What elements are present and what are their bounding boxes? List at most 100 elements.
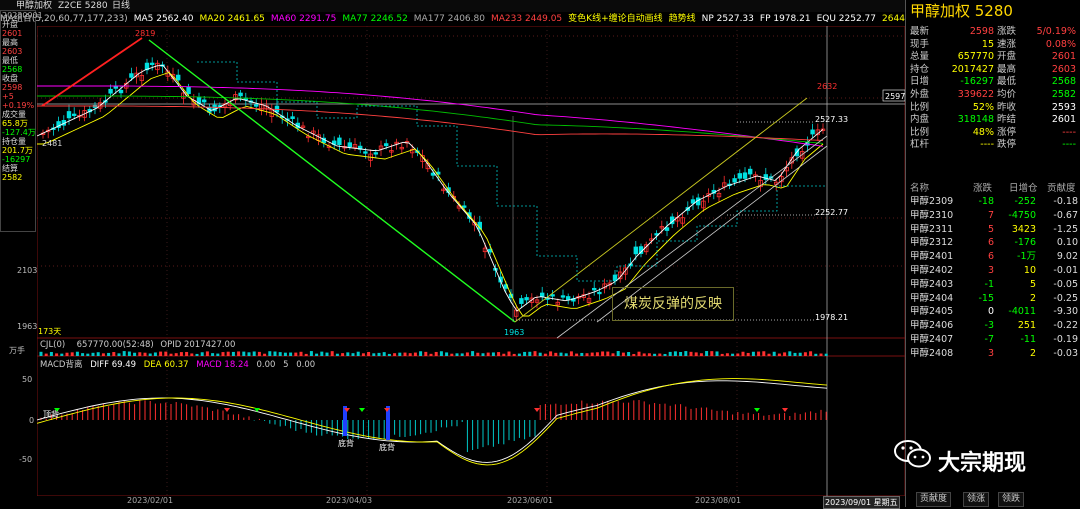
wl-contribution: 0.10: [1056, 237, 1078, 249]
candle-body: [337, 137, 342, 146]
volume-bar: [127, 351, 131, 356]
watchlist-header: 名称 涨跌 日增仓 贡献度: [906, 180, 1080, 194]
left-info-panel: 20230901 开盘 2601 最高 2603 最低 2568 收盘 2598 +5 +0.19…: [0, 10, 43, 232]
divergence-arrow: [224, 408, 230, 412]
volume-bar: [195, 353, 199, 356]
quote-row: 杠杆 ---- 跌停 ----: [906, 139, 1080, 151]
volume-bar: [814, 353, 818, 356]
watchlist-row[interactable]: 甲醇2405 0 -4011 -9.30: [906, 305, 1080, 318]
ma-item: NP 2527.33: [701, 14, 754, 24]
volume-bar: [575, 353, 579, 356]
volume-bar: [330, 351, 334, 356]
info-value: +5: [2, 92, 14, 101]
volume-bar: [585, 353, 589, 356]
period-label[interactable]: 日线: [112, 0, 130, 12]
candle-body: [597, 291, 602, 295]
volume-bar: [731, 353, 735, 356]
volume-bar: [590, 352, 594, 356]
wl-contribution: -0.05: [1053, 278, 1078, 290]
watchlist-row[interactable]: 甲醇2403 -1 5 -0.05: [906, 278, 1080, 291]
wl-name: 甲醇2403: [910, 278, 954, 290]
watchlist-row[interactable]: 甲醇2312 6 -176 0.10: [906, 236, 1080, 249]
watchlist-row[interactable]: 甲醇2309 -18 -252 -0.18: [906, 195, 1080, 208]
info-label: 最高: [2, 38, 18, 47]
volume-bar: [658, 353, 662, 356]
watchlist-row[interactable]: 甲醇2406 -3 251 -0.22: [906, 319, 1080, 332]
quote-label: 最高: [997, 63, 1017, 75]
wl-change: -3: [984, 320, 994, 332]
volume-bar: [569, 351, 573, 356]
quote-value: 15: [981, 38, 994, 50]
wl-change: 0: [987, 306, 994, 318]
quote-label: 杠杆: [910, 139, 930, 151]
volume-bar: [231, 351, 235, 356]
volume-bar: [689, 351, 693, 356]
tab-leading-up[interactable]: 领涨: [963, 492, 990, 507]
wl-head-contrib[interactable]: 贡献度: [1047, 180, 1076, 194]
x-axis: 2023/02/01 2023/04/03 2023/06/01 2023/08…: [37, 496, 905, 509]
volume-bar: [715, 351, 719, 356]
macd-label-bottom-1: 底背: [338, 439, 354, 448]
volume-bar: [751, 351, 755, 356]
info-label: 最低: [2, 56, 18, 65]
macd-title: MACD背离: [40, 360, 83, 370]
wl-name: 甲醇2312: [910, 237, 954, 249]
quote-value: 0.08%: [1045, 38, 1076, 50]
quote-label: 涨停: [997, 126, 1017, 138]
quote-value: 48%: [972, 126, 994, 138]
macd-line: [37, 378, 828, 466]
volume-bar: [341, 353, 345, 356]
watchlist-row[interactable]: 甲醇2408 3 2 -0.03: [906, 347, 1080, 360]
candle-body: [186, 86, 191, 95]
price-chart[interactable]: 2819 1963 2632 2527.33 2252.77 1978.21 2597: [37, 26, 905, 496]
volume-bar: [39, 351, 43, 356]
volume-bar: [393, 353, 397, 356]
watchlist-row[interactable]: 甲醇2310 7 -4750 -0.67: [906, 209, 1080, 222]
tab-leading-down[interactable]: 领跌: [998, 492, 1025, 507]
tab-contribution[interactable]: 贡献度: [916, 492, 952, 507]
candle-body: [108, 88, 113, 94]
info-value: 2601: [2, 29, 23, 38]
wl-change: 3: [987, 347, 994, 359]
volume-bar: [387, 353, 391, 356]
ma-item: MA233 2449.05: [490, 14, 563, 24]
volume-bar: [512, 353, 516, 356]
wl-head-inc[interactable]: 日增仓: [1009, 180, 1038, 194]
volume-bar: [60, 353, 64, 356]
wl-head-chg[interactable]: 涨跌: [973, 180, 992, 194]
volume-bar: [283, 352, 287, 356]
quote-label: 日增: [910, 76, 930, 88]
volume-bar: [419, 351, 423, 356]
symbol-code: Z2CE 5280: [58, 1, 108, 11]
volume-bar: [564, 353, 568, 356]
volume-bar: [226, 351, 230, 356]
watchlist-row[interactable]: 甲醇2401 6 -1万 9.02: [906, 250, 1080, 263]
volume-bar: [247, 352, 251, 356]
info-value: -16297: [2, 155, 31, 164]
volume-bar: [70, 352, 74, 356]
wl-name: 甲醇2406: [910, 320, 954, 332]
wl-contribution: -0.67: [1053, 209, 1078, 221]
info-label: 收盘: [2, 74, 18, 83]
wl-increase: -4750: [1008, 209, 1036, 221]
quote-label: 开盘: [997, 51, 1017, 63]
watchlist-row[interactable]: 甲醇2311 5 3423 -1.25: [906, 223, 1080, 236]
volume-bar: [465, 352, 469, 356]
right-tag-label: 2597: [885, 92, 905, 101]
quote-label: 速涨: [997, 38, 1017, 50]
watchlist-row[interactable]: 甲醇2402 3 10 -0.01: [906, 264, 1080, 277]
quote-label: 最低: [997, 76, 1017, 88]
candle-body: [566, 296, 571, 300]
watchlist-row[interactable]: 甲醇2407 -7 -11 -0.19: [906, 333, 1080, 346]
volume-bar: [616, 351, 620, 356]
wl-name: 甲醇2310: [910, 209, 954, 221]
quote-value: 2601: [1051, 51, 1076, 63]
volume-bar: [242, 351, 246, 356]
wl-head-name[interactable]: 名称: [910, 180, 929, 194]
volume-bar: [138, 352, 142, 356]
quote-value: 52%: [972, 101, 994, 113]
watchlist-row[interactable]: 甲醇2404 -15 2 -0.25: [906, 292, 1080, 305]
watermark-text: 大宗期现: [938, 451, 1027, 476]
volume-bar: [502, 353, 506, 356]
wl-increase: -1万: [1017, 251, 1036, 263]
